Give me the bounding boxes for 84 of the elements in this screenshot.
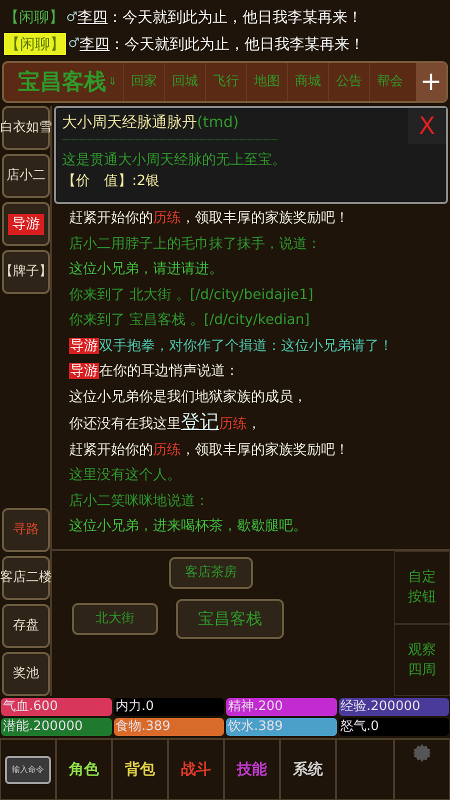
stat-bar: 饮水.389 (226, 718, 336, 736)
add-button[interactable]: + (416, 63, 446, 101)
npc-tag: 导游 (8, 214, 44, 234)
command-input-button[interactable]: 输入命令 (0, 739, 56, 800)
log-text: 这里没有这个人。 (69, 467, 181, 483)
stat-bar: 精神.200 (226, 698, 336, 716)
log-text: ， (247, 416, 261, 432)
location-title: 宝昌客栈 (17, 68, 106, 96)
location-marker: ⇓ (108, 74, 118, 90)
stat-bar: 怒气.0 (338, 718, 449, 736)
settings-button[interactable] (394, 739, 450, 800)
gender-sign: ♂ (66, 8, 78, 26)
stat-bar: 气血.600 (1, 698, 112, 716)
register-link[interactable]: 登记 (181, 411, 219, 433)
price-label: 【价 值】 (62, 172, 132, 190)
speaker-link[interactable]: 李四 (78, 6, 108, 28)
nav-link[interactable]: 帮会 (369, 63, 410, 101)
log-text: 你来到了 北大街 。[/d/city/beidajie1] (69, 286, 314, 302)
side-button[interactable]: 寻路 (2, 508, 50, 552)
speaker-link[interactable]: 李四 (80, 32, 110, 55)
log-text: 这位小兄弟，请进请进。 (69, 261, 223, 277)
nav-link[interactable]: 回城 (164, 63, 206, 101)
npc-label: 存盘 (13, 617, 39, 636)
nav-link[interactable]: 飞行 (205, 63, 246, 101)
room-button[interactable]: 客店茶房 (169, 557, 253, 589)
log-text: 你还没有在我这里 (69, 416, 181, 432)
stat-bar: 潜能.200000 (1, 718, 112, 736)
stat-bar: 经验.200000 (338, 698, 449, 716)
side-button[interactable]: 白衣如雪 (2, 106, 50, 150)
dash-divider: ——————————————————————————— (62, 134, 279, 146)
log-text: 历练 (153, 210, 181, 226)
npc-label: 客店二楼 (0, 569, 52, 588)
log-text: 历练 (219, 416, 247, 432)
log-text: 赶紧开始你的 (69, 442, 153, 458)
side-action-button[interactable]: 自定按钮 (394, 551, 450, 624)
log-text: 这位小兄弟，进来喝杯茶，歇歇腿吧。 (69, 518, 307, 534)
route-label: 寻路 (13, 521, 39, 540)
log-text: 店小二笑咪咪地说道： (69, 492, 209, 508)
menu-tab[interactable]: 背包 (112, 739, 168, 800)
room-button[interactable]: 北大街 (72, 603, 158, 635)
log-text: 在你的耳边悄声说道： (99, 363, 239, 379)
npc-label: 奖池 (13, 665, 39, 684)
npc-label: 白衣如雪 (0, 119, 52, 138)
nav-link[interactable]: 回家 (123, 63, 164, 101)
side-button[interactable]: 存盘 (2, 604, 50, 648)
nav-link[interactable]: 公告 (328, 63, 370, 101)
price-value: :2银 (132, 172, 160, 190)
side-action-button[interactable]: 观察四周 (394, 624, 450, 696)
side-button[interactable]: 奖池 (2, 652, 50, 696)
current-room-button[interactable]: 宝昌客栈 (176, 599, 284, 639)
stat-bar: 食物.389 (114, 718, 224, 736)
npc-tag[interactable]: 导游 (69, 338, 99, 354)
stat-bar: 内力.0 (114, 698, 224, 716)
log-text: ，领取丰厚的家族奖励吧！ (181, 210, 349, 226)
item-description: 这是贯通大小周天经脉的无上至宝。 (62, 150, 287, 170)
log-text: 双手抱拳，对你作了个揖道：这位小兄弟请了！ (99, 338, 393, 354)
log-text: 历练 (153, 442, 181, 458)
log-text: 店小二用脖子上的毛巾抹了抹手，说道： (69, 236, 321, 252)
npc-tag[interactable]: 导游 (69, 363, 99, 379)
item-code: (tmd) (197, 112, 239, 133)
log-text: 你来到了 宝昌客栈 。[/d/city/kedian] (69, 312, 310, 328)
side-button[interactable]: 客店二楼 (2, 556, 50, 600)
side-button[interactable]: 【牌子】 (2, 250, 50, 294)
channel-tag[interactable]: 【闲聊】 (4, 32, 66, 55)
gear-icon (411, 742, 433, 764)
nav-link[interactable]: 商城 (287, 63, 328, 101)
log-text: ，领取丰厚的家族奖励吧！ (181, 442, 349, 458)
chat-message: ：今天就到此为止，他日我李某再来！ (110, 34, 365, 54)
side-button[interactable]: 店小二 (2, 154, 50, 198)
npc-label: 店小二 (6, 167, 46, 186)
close-button[interactable]: X (408, 108, 446, 144)
menu-tab[interactable]: 战斗 (168, 739, 224, 800)
menu-tab[interactable]: 角色 (56, 739, 112, 800)
menu-tab[interactable]: 技能 (224, 739, 280, 800)
log-text: 这位小兄弟你是我们地狱家族的成员， (69, 388, 307, 404)
side-button[interactable]: 导游 (2, 202, 50, 246)
npc-label: 【牌子】 (0, 263, 52, 282)
menu-tab[interactable]: 系统 (280, 739, 336, 800)
nav-link[interactable]: 地图 (246, 63, 288, 101)
gender-sign: ♂ (68, 35, 80, 53)
item-name: 大小周天经脉通脉丹 (62, 112, 197, 133)
channel-tag[interactable]: 【闲聊】 (4, 6, 64, 28)
chat-message: ：今天就到此为止，他日我李某再来！ (108, 7, 363, 28)
log-text: 赶紧开始你的 (69, 210, 153, 226)
